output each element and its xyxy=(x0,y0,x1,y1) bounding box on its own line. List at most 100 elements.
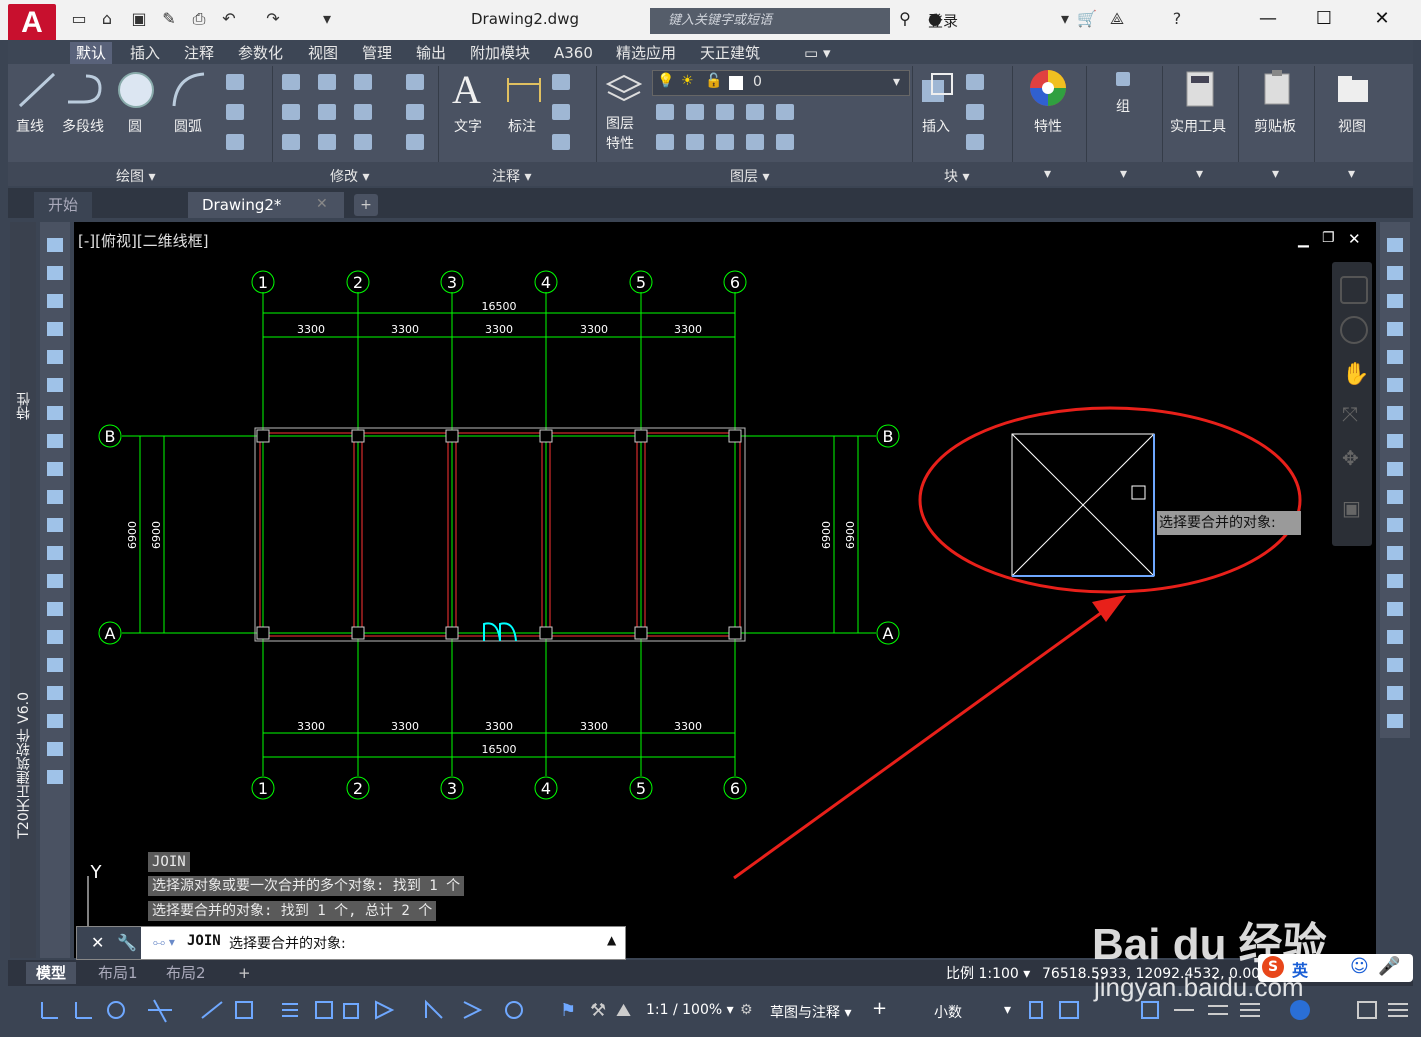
block-attributes-icon[interactable] xyxy=(966,134,984,150)
panel-group-chevron-icon[interactable]: ▾ xyxy=(1120,166,1127,186)
trim-icon[interactable] xyxy=(354,74,372,90)
annotation-visibility-icon[interactable]: ⚑ xyxy=(560,1000,576,1021)
properties-wheel-icon[interactable] xyxy=(1028,68,1068,108)
scale-icon[interactable] xyxy=(318,134,336,150)
redo-icon[interactable]: ↷ xyxy=(262,8,284,30)
hatch-icon[interactable] xyxy=(226,104,244,120)
offset-icon[interactable] xyxy=(406,134,424,150)
close-command-line-icon[interactable]: ✕ xyxy=(91,933,104,952)
command-line[interactable]: ✕ 🔧 ⧟ ▾ JOIN 选择要合并的对象: ▲ xyxy=(76,926,626,960)
copy-icon[interactable] xyxy=(282,104,300,120)
annotation-scale-status[interactable]: 比例 1:100 ▾ xyxy=(946,962,1030,986)
customize-wrench-icon[interactable]: 🔧 xyxy=(117,933,137,952)
explode-icon[interactable] xyxy=(406,104,424,120)
panel-title-modify[interactable]: 修改 ▾ xyxy=(330,166,369,186)
fillet-icon[interactable] xyxy=(354,104,372,120)
save-icon[interactable]: ▣ xyxy=(128,8,150,30)
layer-tool-7-icon[interactable] xyxy=(686,134,704,150)
workspace-gear-icon[interactable]: ⚙ xyxy=(740,1002,753,1018)
layer-dropdown[interactable]: 💡 ☀ 🔓 0 ▾ xyxy=(652,70,910,96)
ribbon-toggle-icon[interactable]: ▭ ▾ xyxy=(798,42,836,64)
tab-default[interactable]: 默认 xyxy=(70,42,113,64)
array-icon[interactable] xyxy=(354,134,372,150)
move-icon[interactable] xyxy=(282,74,300,90)
panel-title-layers[interactable]: 图层 ▾ xyxy=(730,166,769,186)
minimize-icon[interactable]: — xyxy=(1248,6,1288,32)
rectangle-icon[interactable] xyxy=(226,74,244,90)
pan-icon[interactable]: ✋ xyxy=(1342,362,1369,387)
layer-tool-8-icon[interactable] xyxy=(716,134,734,150)
new-tab-icon[interactable]: + xyxy=(354,194,378,216)
plot-icon[interactable]: ⎙ xyxy=(188,8,210,30)
view-icon[interactable] xyxy=(1336,74,1370,104)
arc-tool-icon[interactable] xyxy=(168,70,208,110)
viewcube-icon[interactable] xyxy=(1340,276,1368,304)
close-window-icon[interactable]: ✕ xyxy=(1362,6,1402,32)
layer-tool-6-icon[interactable] xyxy=(656,134,674,150)
auto-scale-icon[interactable]: ⚒ xyxy=(590,1000,606,1021)
showmotion-icon[interactable]: ▣ xyxy=(1342,496,1361,520)
layer-tool-3-icon[interactable] xyxy=(716,104,734,120)
right-modify-tool-icons[interactable] xyxy=(1382,234,1408,734)
layer-tool-5-icon[interactable] xyxy=(776,104,794,120)
layer-properties-label[interactable]: 图层 特性 xyxy=(606,114,634,154)
command-history-toggle-icon[interactable]: ▲ xyxy=(607,933,616,947)
group-label[interactable]: 组 xyxy=(1116,96,1130,116)
dimension-tool-label[interactable]: 标注 xyxy=(508,116,536,136)
quick-access-dropdown-icon[interactable]: ▾ xyxy=(316,8,338,30)
dimension-tool-icon[interactable] xyxy=(504,72,544,108)
layer-tool-9-icon[interactable] xyxy=(746,134,764,150)
zoom-icon[interactable]: ⤧ xyxy=(1342,402,1358,426)
annotation-scale-icon[interactable]: ⛰ xyxy=(616,1000,631,1021)
search-input[interactable]: 键入关键字或短语 xyxy=(650,8,890,34)
tianzheng-palette-label[interactable]: T20天正建筑软件 V6.0 xyxy=(14,692,34,839)
clipboard-label[interactable]: 剪贴板 xyxy=(1254,116,1296,136)
line-tool-label[interactable]: 直线 xyxy=(16,116,44,136)
table-icon[interactable] xyxy=(552,134,570,150)
stretch-icon[interactable] xyxy=(282,134,300,150)
calculator-icon[interactable] xyxy=(1184,70,1216,110)
ime-toolbar[interactable]: S 英 ☺ 🎤 xyxy=(1258,954,1413,982)
save-as-icon[interactable]: ✎ xyxy=(158,8,180,30)
tab-manage[interactable]: 管理 xyxy=(356,42,398,64)
polyline-tool-label[interactable]: 多段线 xyxy=(62,116,104,136)
panel-properties-chevron-icon[interactable]: ▾ xyxy=(1044,166,1051,186)
login-dropdown-icon[interactable]: ▾ xyxy=(1054,8,1076,30)
units-chevron-icon[interactable]: ▾ xyxy=(1004,1002,1011,1018)
login-button[interactable]: 登录 xyxy=(928,10,958,31)
group-icon[interactable] xyxy=(1116,72,1130,86)
autocad-logo-button[interactable]: A xyxy=(8,4,56,42)
region-icon[interactable] xyxy=(226,134,244,150)
mirror-icon[interactable] xyxy=(318,104,336,120)
tab-addins[interactable]: 附加模块 xyxy=(464,42,536,64)
properties-label[interactable]: 特性 xyxy=(1034,116,1062,136)
close-tab-icon[interactable]: ✕ xyxy=(316,196,328,212)
tab-layout1[interactable]: 布局1 xyxy=(88,962,148,984)
help-icon[interactable]: ? xyxy=(1166,8,1188,30)
leader-icon[interactable] xyxy=(552,74,570,90)
tianzheng-tool-icons[interactable] xyxy=(42,234,68,794)
circle-tool-icon[interactable] xyxy=(116,70,156,110)
status-toggle-icons[interactable] xyxy=(36,996,636,1026)
ime-voice-icon[interactable]: 🎤 xyxy=(1378,956,1400,977)
maximize-icon[interactable]: ☐ xyxy=(1304,6,1344,32)
layer-properties-icon[interactable] xyxy=(604,70,642,108)
tab-a360[interactable]: A360 xyxy=(548,42,599,64)
properties-palette-label[interactable]: 特性 xyxy=(14,392,34,420)
ime-emoji-icon[interactable]: ☺ xyxy=(1350,956,1369,977)
annotation-scale-value[interactable]: 1:1 / 100% ▾ xyxy=(646,1002,734,1018)
multileader-icon[interactable] xyxy=(552,104,570,120)
panel-utilities-chevron-icon[interactable]: ▾ xyxy=(1196,166,1203,186)
a360-icon[interactable]: ⟁ xyxy=(1106,8,1128,30)
panel-title-block[interactable]: 块 ▾ xyxy=(944,166,969,186)
panel-title-draw[interactable]: 绘图 ▾ xyxy=(116,166,155,186)
layer-tool-2-icon[interactable] xyxy=(686,104,704,120)
layer-tool-4-icon[interactable] xyxy=(746,104,764,120)
ime-language-indicator[interactable]: 英 xyxy=(1292,957,1308,981)
tab-parametric[interactable]: 参数化 xyxy=(232,42,289,64)
new-layout-icon[interactable]: + xyxy=(228,962,261,984)
orbit-icon[interactable]: ✥ xyxy=(1342,446,1359,470)
view-label[interactable]: 视图 xyxy=(1338,116,1366,136)
cart-icon[interactable]: 🛒 xyxy=(1076,8,1098,30)
circle-tool-label[interactable]: 圆 xyxy=(128,116,142,136)
